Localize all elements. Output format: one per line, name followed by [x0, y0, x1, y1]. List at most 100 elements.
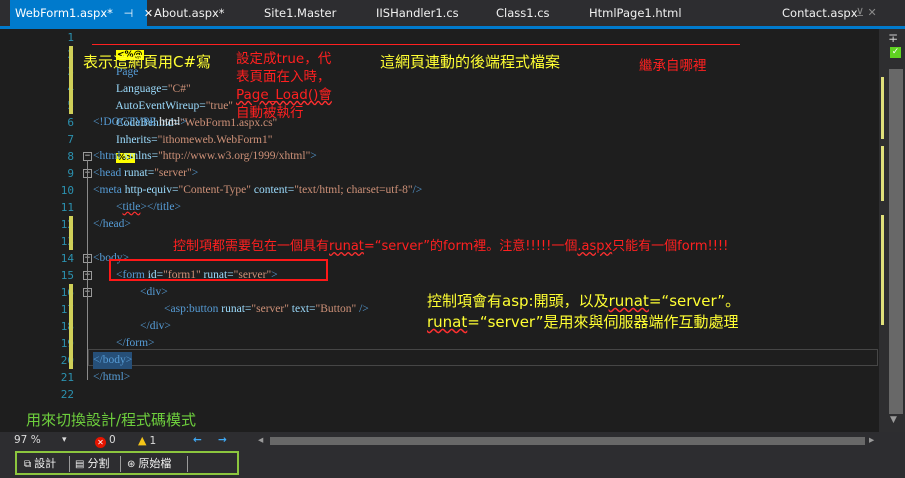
code-line: 6 <!DOCTYPE html>: [0, 114, 879, 131]
horizontal-scroll-thumb[interactable]: [270, 437, 865, 445]
line-number: 15: [60, 269, 74, 282]
no-issues-check-icon: ✓: [890, 47, 901, 58]
annotation-line: runat=“server”是用來與伺服器端作互動處理: [427, 312, 740, 333]
attr-http-equiv: http-equiv=: [121, 184, 179, 196]
tag-form-close: form: [125, 337, 149, 349]
document-tab-strip: WebForm1.aspx* ⊣ ✕ About.aspx* Site1.Mas…: [0, 0, 905, 26]
annotation-text: 只能有一個form!!!!: [612, 239, 729, 254]
line-number: 22: [60, 388, 74, 401]
tab-class1-cs[interactable]: Class1.cs: [496, 0, 550, 26]
bracket: >: [174, 201, 181, 213]
code-editor[interactable]: 1 <%@ Page Language="C#" AutoEventWireup…: [0, 29, 879, 432]
design-view-button[interactable]: ⧉ 設計: [24, 456, 56, 472]
code-line: 21 </html>: [0, 369, 879, 386]
doctype-value: html: [156, 116, 181, 128]
annotation-text: runat: [329, 239, 364, 254]
line-number: 11: [60, 201, 74, 214]
annotation-text: =“server”是用來與伺服器端作互動處理: [467, 313, 739, 331]
pin-icon[interactable]: ⊣: [124, 1, 134, 27]
view-mode-bar: ⧉ 設計 ▤ 分割 ⊛ 原始檔: [0, 449, 905, 478]
bracket: >: [191, 167, 199, 179]
bracket: </: [93, 371, 103, 383]
code-line: 10 <meta http-equiv="Content-Type" conte…: [0, 182, 879, 199]
design-view-icon: ⧉: [24, 459, 32, 470]
bracket: </: [140, 320, 150, 332]
annotation-form-note: 控制項都需要包在一個具有runat=“server”的form裡。注意!!!!!…: [173, 235, 728, 254]
attr-runat: runat=: [218, 303, 252, 315]
line-number: 6: [67, 116, 74, 129]
warning-icon: ▲: [138, 434, 147, 447]
source-view-icon: ⊛: [127, 459, 136, 470]
tag-head: head: [99, 167, 122, 179]
scroll-left-icon[interactable]: ◂: [258, 432, 263, 449]
value-text: "Button": [315, 303, 357, 315]
warning-count-value: 1: [149, 435, 157, 447]
vertical-scrollbar[interactable]: ∓ ✓ ▼: [879, 29, 905, 432]
tag-asp-button: asp:button: [170, 303, 219, 315]
design-view-label: 設計: [34, 457, 57, 470]
code-line: 12 </head>: [0, 216, 879, 233]
separator: [120, 456, 121, 472]
error-icon: ✕: [95, 437, 106, 448]
error-count[interactable]: ✕ 0: [95, 432, 116, 449]
bracket: </: [93, 218, 103, 230]
tab-site1-master[interactable]: Site1.Master: [264, 0, 336, 26]
annotation-autoeventwireup: 設定成true，代 表頁面在入時， Page_Load()會 自動被執行: [236, 50, 332, 122]
separator: [69, 456, 70, 472]
tag-div: div: [146, 286, 162, 298]
line-number: 21: [60, 371, 74, 384]
attr-text: text=: [288, 303, 316, 315]
value-runat: "server": [251, 303, 289, 315]
split-editor-icon[interactable]: ∓: [888, 31, 898, 45]
line-number: 9: [67, 167, 74, 180]
annotation-asp-note: 控制項會有asp:開頭，以及runat=“server”。 runat=“ser…: [427, 291, 740, 333]
bracket: >: [123, 371, 131, 383]
tab-contact-aspx[interactable]: Contact.aspx: [782, 0, 858, 26]
tag-head-close: head: [102, 218, 125, 230]
tab-webform1-aspx[interactable]: WebForm1.aspx* ⊣ ✕: [10, 0, 153, 27]
annotation-inherits: 繼承自哪裡: [639, 58, 707, 74]
zoom-level[interactable]: 97 %: [14, 432, 41, 449]
code-line: 19 </form>: [0, 335, 879, 352]
warning-count[interactable]: ▲ 1: [138, 432, 156, 450]
line-number: 8: [67, 150, 74, 163]
line-number: 1: [67, 31, 74, 44]
close-icon[interactable]: ✕: [144, 1, 153, 27]
annotation-codebehind: 這網頁連動的後端程式檔案: [380, 53, 561, 71]
change-marker: [881, 146, 884, 201]
navigate-forward-icon[interactable]: →: [218, 432, 227, 449]
form-highlight-box: [109, 259, 328, 281]
bracket: </: [116, 337, 126, 349]
tab-about-aspx[interactable]: About.aspx*: [154, 0, 225, 26]
annotation-underline: [92, 44, 740, 45]
code-line: 11 <title></title>: [0, 199, 879, 216]
code-line: 8 − <html xmlns="http://www.w3.org/1999/…: [0, 148, 879, 165]
annotation-text: runat: [427, 313, 468, 331]
bracket: >: [125, 354, 133, 366]
tab-overflow-controls[interactable]: ⊻ ✕: [856, 0, 877, 26]
line-number: 7: [67, 133, 74, 146]
source-view-button[interactable]: ⊛ 原始檔: [127, 456, 171, 472]
tab-htmlpage1-html[interactable]: HtmlPage1.html: [589, 0, 682, 26]
annotation-line: 表頁面在入時，: [236, 69, 331, 85]
zoom-dropdown-icon[interactable]: ▾: [62, 432, 67, 449]
tag-html: html: [99, 150, 121, 162]
annotation-page-language: 表示這網頁用C#寫: [83, 53, 212, 71]
scroll-thumb[interactable]: [889, 69, 903, 414]
tag-body-close: body: [102, 354, 126, 366]
value-content: "text/html; charset=utf-8": [294, 184, 413, 196]
change-marker: [881, 215, 884, 325]
horizontal-scrollbar[interactable]: [270, 437, 865, 445]
annotation-text: 控制項都需要包在一個具有: [173, 239, 330, 254]
navigate-back-icon[interactable]: ←: [193, 432, 202, 449]
scroll-down-icon[interactable]: ▼: [890, 415, 897, 425]
scroll-right-icon[interactable]: ▸: [869, 432, 874, 449]
tab-iishandler1-cs[interactable]: IISHandler1.cs: [376, 0, 459, 26]
annotation-text: runat: [608, 292, 649, 310]
line-number: 10: [60, 184, 74, 197]
change-marker: [881, 77, 884, 139]
value-http-equiv: "Content-Type": [178, 184, 251, 196]
split-view-button[interactable]: ▤ 分割: [75, 456, 109, 472]
annotation-line: 控制項會有asp:開頭，以及runat=“server”。: [427, 291, 740, 312]
attr-runat: runat=: [121, 167, 155, 179]
